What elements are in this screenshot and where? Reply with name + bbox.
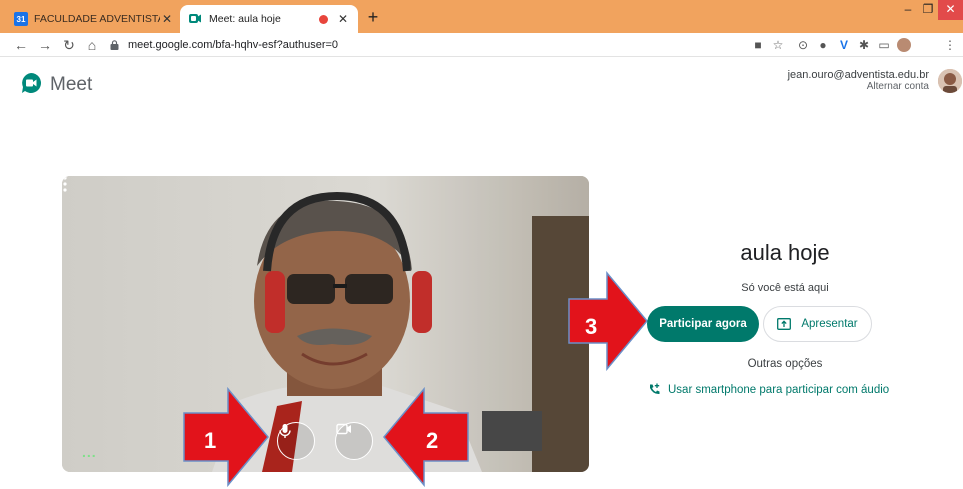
minimize-button[interactable]: – (898, 0, 918, 20)
switch-account-link[interactable]: Alternar conta (867, 81, 929, 92)
lock-icon (110, 40, 119, 50)
present-icon (777, 318, 792, 330)
camera-feed-image (62, 176, 589, 472)
new-tab-button[interactable]: + (362, 7, 384, 29)
cast-icon[interactable]: ▭ (876, 37, 892, 53)
annotation-number-2: 2 (426, 428, 439, 453)
url-text: meet.google.com/bfa-hqhv-esf?authuser=0 (128, 39, 339, 51)
puzzle-icon[interactable]: ✱ (856, 37, 872, 53)
menu-icon[interactable]: ⋮ (942, 37, 958, 53)
back-icon[interactable]: ← (12, 36, 30, 54)
address-bar[interactable]: meet.google.com/bfa-hqhv-esf?authuser=0 (110, 35, 338, 55)
meet-favicon-icon (189, 14, 201, 23)
phone-link-label: Usar smartphone para participar com áudi… (668, 383, 890, 396)
extension-1-icon[interactable]: ⊙ (795, 37, 811, 53)
phone-add-icon (650, 383, 660, 395)
meet-logo-icon (22, 73, 41, 93)
app-title: Meet (50, 74, 93, 95)
forward-icon[interactable]: → (36, 36, 54, 54)
extension-2-icon[interactable]: ● (815, 37, 831, 53)
star-icon[interactable]: ☆ (770, 37, 786, 53)
avatar-image (938, 69, 962, 93)
annotation-number-1: 1 (204, 428, 217, 453)
tab-title: Meet: aula hoje (209, 13, 281, 25)
tab-strip: 31 FACULDADE ADVENTISTA DA BA ✕ Meet: au… (0, 0, 963, 33)
annotation-arrow-3 (568, 271, 648, 371)
home-icon[interactable]: ⌂ (83, 36, 101, 54)
extension-3-icon[interactable]: V (836, 37, 852, 53)
microphone-button[interactable] (277, 422, 315, 460)
calendar-icon: 31 (14, 12, 28, 26)
other-options-label: Outras opções (747, 358, 823, 370)
profile-icon[interactable] (897, 38, 911, 52)
annotation-number-3: 3 (585, 314, 598, 339)
annotation-arrow-1 (183, 386, 269, 488)
tab-meet[interactable]: Meet: aula hoje ✕ (180, 5, 358, 33)
join-now-button[interactable]: Participar agora (647, 306, 759, 342)
tab-faculdade[interactable]: 31 FACULDADE ADVENTISTA DA BA ✕ (8, 5, 180, 33)
account-email: jean.ouro@adventista.edu.br (787, 69, 929, 81)
camera-button[interactable] (335, 422, 373, 460)
more-options-icon[interactable]: ... (82, 444, 97, 460)
recording-indicator-icon (319, 14, 328, 24)
close-icon[interactable]: ✕ (336, 12, 350, 26)
camera-icon[interactable]: ■ (750, 37, 766, 53)
present-button[interactable]: Apresentar (763, 306, 872, 342)
tab-title: FACULDADE ADVENTISTA DA BA (34, 13, 160, 25)
avatar[interactable] (938, 69, 962, 93)
reload-icon[interactable]: ↻ (60, 36, 78, 54)
meeting-name: aula hoje (740, 240, 830, 265)
close-icon[interactable]: ✕ (160, 12, 174, 26)
presence-text: Só você está aqui (741, 282, 829, 294)
video-preview: ... (62, 176, 589, 472)
phone-audio-link[interactable]: Usar smartphone para participar com áudi… (648, 383, 889, 396)
camera-toggle-icon (336, 423, 351, 435)
close-window-button[interactable]: ✕ (938, 0, 963, 20)
maximize-button[interactable]: ❐ (918, 0, 938, 20)
microphone-icon (279, 424, 291, 438)
browser-toolbar: ← → ↻ ⌂ meet.google.com/bfa-hqhv-esf?aut… (0, 33, 963, 57)
vertical-menu-icon[interactable] (62, 176, 68, 192)
present-label: Apresentar (801, 318, 858, 330)
